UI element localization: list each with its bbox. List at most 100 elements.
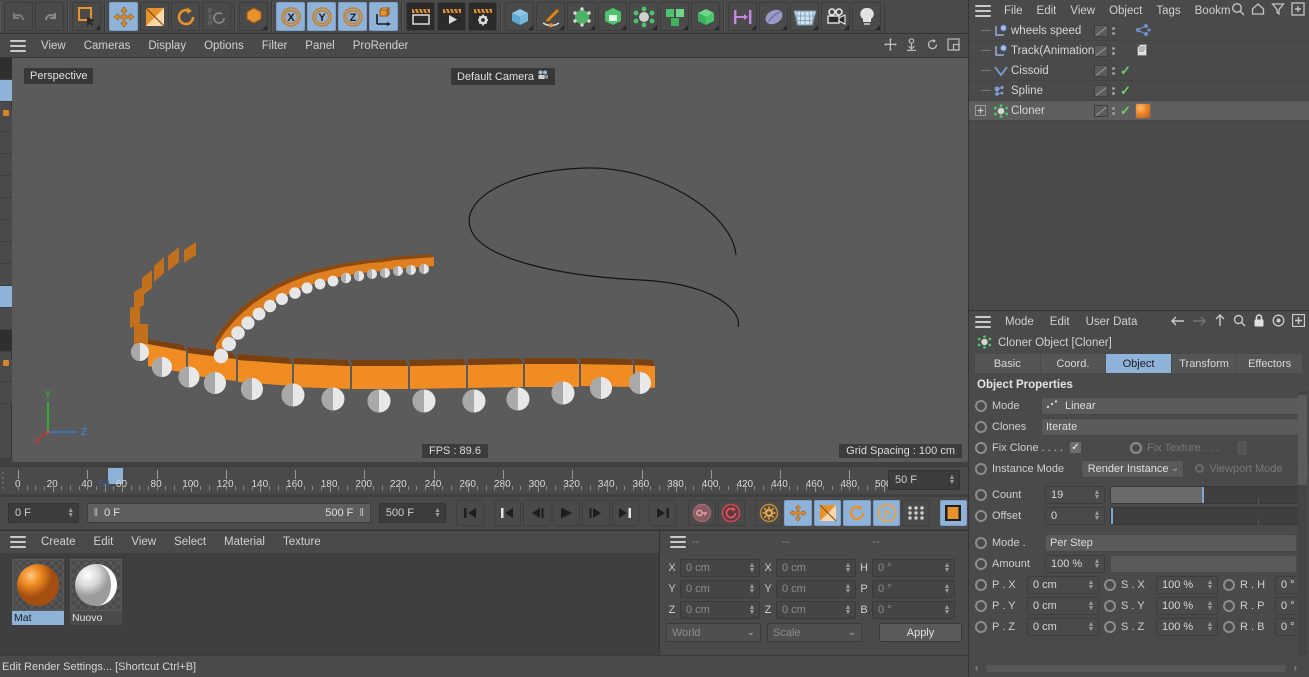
py-stepper[interactable]: ▲ ▼	[1086, 600, 1096, 612]
left-tool-12[interactable]	[0, 330, 12, 352]
document-t ag-icon[interactable]	[1135, 43, 1149, 60]
visibility-dots-icon[interactable]	[1112, 107, 1116, 115]
deformer-icon[interactable]	[660, 2, 689, 31]
object-row-wheels-speed[interactable]: — wheels speed	[969, 21, 1309, 41]
go-to-start-button[interactable]	[456, 500, 484, 526]
coord-size-x-field[interactable]: 0 cm ▲ ▼	[776, 558, 856, 577]
go-to-previous-key-button[interactable]	[493, 500, 522, 526]
tab-basic[interactable]: Basic	[975, 354, 1041, 373]
sy-radio[interactable]	[1104, 599, 1116, 612]
coord-pos-x-stepper[interactable]: ▲ ▼	[747, 562, 757, 574]
visibility-dots-icon[interactable]	[1112, 27, 1116, 35]
coord-system-dropdown[interactable]: World ⌄	[666, 623, 761, 642]
viewport-menu-view[interactable]: View	[32, 34, 75, 58]
coord-pos-y-field[interactable]: 0 cm ▲ ▼	[680, 579, 760, 598]
timeline-ruler[interactable]: 0204050608010012014016018020022024026028…	[0, 466, 968, 494]
object-menu-tags[interactable]: Tags	[1149, 5, 1187, 17]
coord-rot-p-field[interactable]: 0 ° ▲ ▼	[872, 579, 955, 598]
move-tool-icon[interactable]	[109, 2, 138, 31]
offset-slider-knob[interactable]	[1111, 507, 1113, 524]
offset-field[interactable]: 0 ▲ ▼	[1045, 506, 1105, 525]
count-field[interactable]: 19 ▲ ▼	[1045, 485, 1105, 504]
coord-size-z-stepper[interactable]: ▲ ▼	[843, 604, 853, 616]
object-menu-hamburger-icon[interactable]	[975, 4, 991, 17]
visibility-toggle[interactable]	[1094, 65, 1108, 77]
coord-pos-x-field[interactable]: 0 cm ▲ ▼	[680, 558, 760, 577]
material-name[interactable]: Mat	[12, 611, 64, 625]
live-selection-icon[interactable]	[72, 2, 101, 31]
step-back-button[interactable]	[523, 500, 551, 526]
object-row-spline[interactable]: — Spline ✓	[969, 81, 1309, 101]
up-arrow-icon[interactable]	[1214, 314, 1226, 330]
current-frame-field[interactable]: 0 F ▲ ▼	[8, 503, 79, 523]
go-to-next-key-button[interactable]	[611, 500, 640, 526]
tab-effectors[interactable]: Effectors	[1237, 354, 1303, 373]
offset-slider[interactable]	[1110, 506, 1301, 525]
current-frame-stepper[interactable]: ▲ ▼	[66, 507, 76, 519]
coord-rot-b-stepper[interactable]: ▲ ▼	[942, 604, 952, 616]
object-row-cloner[interactable]: Cloner ✓	[969, 101, 1309, 121]
sx-stepper[interactable]: ▲ ▼	[1205, 579, 1215, 591]
left-tool-14[interactable]	[0, 382, 12, 404]
tab-transform[interactable]: Transform	[1172, 354, 1238, 373]
sy-stepper[interactable]: ▲ ▼	[1205, 600, 1215, 612]
coord-size-z-field[interactable]: 0 cm ▲ ▼	[776, 600, 856, 619]
amount-stepper[interactable]: ▲ ▼	[1092, 558, 1102, 570]
viewport-menu-panel[interactable]: Panel	[296, 34, 343, 58]
psr-icon[interactable]: P S R	[202, 2, 231, 31]
attribute-horizontal-scrollbar[interactable]: ‹ ›	[975, 663, 1297, 674]
attribute-vertical-scrollbar[interactable]	[1298, 391, 1307, 655]
coord-rot-p-stepper[interactable]: ▲ ▼	[942, 583, 952, 595]
document-end-field[interactable]: 500 F ▲ ▼	[378, 503, 446, 523]
scene-object-icon[interactable]	[691, 2, 720, 31]
material-thumbnail[interactable]	[70, 559, 122, 611]
param-key-button[interactable]: P	[872, 500, 901, 526]
count-radio[interactable]	[975, 488, 987, 501]
fix-clone-radio[interactable]	[975, 441, 987, 454]
material-thumbnail[interactable]	[12, 559, 64, 611]
left-tool-texture-mode[interactable]	[0, 110, 12, 132]
left-tool-model-mode[interactable]	[0, 80, 12, 102]
attribute-menu-edit[interactable]: Edit	[1042, 316, 1078, 328]
object-menu-edit[interactable]: Edit	[1030, 5, 1064, 17]
count-stepper[interactable]: ▲ ▼	[1092, 489, 1102, 501]
left-tool-3[interactable]	[0, 132, 12, 154]
x-axis-lock-icon[interactable]: X	[276, 2, 305, 31]
amount-radio[interactable]	[975, 557, 987, 570]
render-view-icon[interactable]	[406, 2, 435, 31]
add-icon[interactable]	[1291, 313, 1306, 330]
rh-radio[interactable]	[1223, 578, 1235, 591]
scale-key-button[interactable]	[813, 500, 842, 526]
left-tool-4[interactable]	[0, 154, 12, 176]
ground-icon[interactable]	[759, 2, 788, 31]
coord-rot-h-stepper[interactable]: ▲ ▼	[942, 562, 952, 574]
enable-check-icon[interactable]: ✓	[1120, 103, 1131, 119]
play-button[interactable]	[552, 500, 581, 526]
autokey-button[interactable]	[717, 500, 746, 526]
filter-icon[interactable]	[1271, 2, 1285, 19]
camera-icon[interactable]	[821, 2, 850, 31]
coord-size-y-field[interactable]: 0 cm ▲ ▼	[776, 579, 856, 598]
object-row-cissoid[interactable]: — Cissoid ✓	[969, 61, 1309, 81]
sz-stepper[interactable]: ▲ ▼	[1205, 621, 1215, 633]
rp-radio[interactable]	[1223, 599, 1235, 612]
home-icon[interactable]	[1251, 2, 1265, 19]
expand-collapse-icon[interactable]	[969, 105, 991, 116]
search-icon[interactable]	[1231, 2, 1245, 19]
mode-dropdown[interactable]: Linear	[1041, 396, 1301, 415]
y-axis-lock-icon[interactable]: Y	[307, 2, 336, 31]
light-icon[interactable]	[852, 2, 881, 31]
z-axis-lock-icon[interactable]: Z	[338, 2, 367, 31]
preview-end-stepper[interactable]: ▲ ▼	[947, 474, 957, 486]
sz-radio[interactable]	[1104, 620, 1116, 633]
sy-field[interactable]: 100 % ▲ ▼	[1156, 596, 1218, 615]
attribute-scroll-thumb[interactable]	[1298, 395, 1307, 485]
tab-coord[interactable]: Coord.	[1041, 354, 1107, 373]
search-icon[interactable]	[1233, 314, 1246, 330]
floor-grid-icon[interactable]	[790, 2, 819, 31]
dolly-icon[interactable]	[905, 38, 918, 54]
left-tool-11[interactable]	[0, 308, 12, 330]
fix-texture-dropdown[interactable]	[1236, 439, 1248, 456]
viewport-menu-cameras[interactable]: Cameras	[75, 34, 140, 58]
py-radio[interactable]	[975, 599, 987, 612]
